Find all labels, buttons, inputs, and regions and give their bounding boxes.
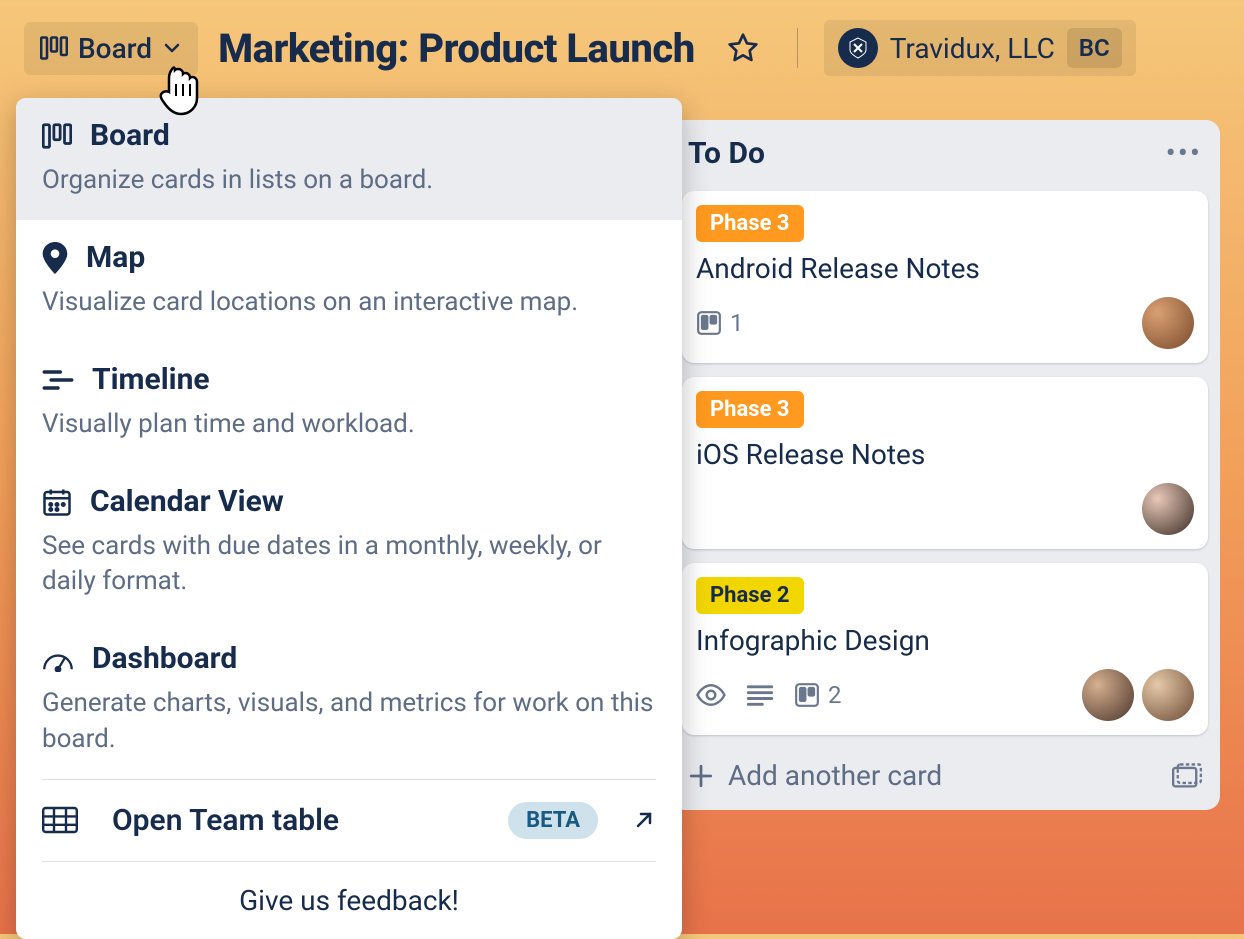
add-card-button[interactable]: Add another card	[688, 759, 942, 792]
description-icon	[746, 684, 774, 706]
view-option-timeline[interactable]: Timeline Visually plan time and workload…	[16, 342, 682, 464]
plus-icon	[688, 763, 714, 789]
timeline-icon	[42, 367, 74, 393]
calendar-icon	[42, 487, 72, 517]
external-link-icon	[632, 808, 656, 832]
card-members	[1142, 483, 1194, 535]
view-switcher-label: Board	[78, 32, 152, 65]
star-button[interactable]	[715, 20, 771, 76]
card-label[interactable]: Phase 2	[696, 577, 804, 614]
list-title[interactable]: To Do	[688, 136, 765, 171]
view-option-calendar[interactable]: Calendar View See cards with due dates i…	[16, 464, 682, 621]
star-icon	[727, 32, 759, 64]
avatar[interactable]	[1142, 483, 1194, 535]
board-header: Board Marketing: Product Launch Travidux…	[0, 0, 1244, 94]
view-switcher-dropdown: Board Organize cards in lists on a board…	[16, 98, 682, 939]
open-team-table-button[interactable]: Open Team table BETA	[16, 780, 682, 861]
trello-count: 2	[828, 681, 842, 709]
card-label[interactable]: Phase 3	[696, 391, 804, 428]
beta-badge: BETA	[508, 802, 598, 839]
workspace-logo	[838, 28, 878, 68]
card-title: Infographic Design	[696, 624, 1194, 657]
card-badges: 1	[696, 309, 744, 337]
list-todo: To Do ••• Phase 3 Android Release Notes …	[670, 120, 1220, 810]
card-members	[1082, 669, 1194, 721]
description-badge	[746, 684, 774, 706]
header-divider	[797, 28, 798, 68]
board-title[interactable]: Marketing: Product Launch	[218, 25, 695, 72]
add-card-label: Add another card	[728, 759, 942, 792]
workspace-button[interactable]: Travidux, LLC BC	[824, 20, 1136, 76]
view-option-title: Dashboard	[92, 641, 237, 676]
card-footer: 2	[696, 669, 1194, 721]
trello-attachment-badge: 2	[794, 681, 842, 709]
view-switcher-button[interactable]: Board	[24, 22, 198, 75]
board-icon	[40, 36, 68, 60]
list-header: To Do •••	[682, 132, 1208, 177]
view-option-desc: Generate charts, visuals, and metrics fo…	[42, 686, 656, 756]
view-option-dashboard[interactable]: Dashboard Generate charts, visuals, and …	[16, 621, 682, 778]
workspace-name: Travidux, LLC	[890, 32, 1055, 65]
card-title: Android Release Notes	[696, 252, 1194, 285]
team-table-label: Open Team table	[112, 803, 474, 838]
view-option-map[interactable]: Map Visualize card locations on an inter…	[16, 220, 682, 342]
trello-count: 1	[730, 309, 744, 337]
chevron-down-icon	[162, 38, 182, 58]
card-badges: 2	[696, 681, 842, 709]
list-menu-button[interactable]: •••	[1166, 136, 1202, 171]
watch-badge	[696, 684, 726, 706]
card-title: iOS Release Notes	[696, 438, 1194, 471]
table-icon	[42, 806, 78, 834]
avatar[interactable]	[1082, 669, 1134, 721]
trello-icon	[794, 682, 820, 708]
view-option-title: Map	[86, 240, 145, 275]
view-option-title: Board	[90, 118, 170, 153]
card-label[interactable]: Phase 3	[696, 205, 804, 242]
view-option-title: Timeline	[92, 362, 210, 397]
trello-icon	[696, 310, 722, 336]
template-icon[interactable]	[1172, 763, 1202, 789]
avatar[interactable]	[1142, 297, 1194, 349]
feedback-link[interactable]: Give us feedback!	[16, 862, 682, 939]
avatar[interactable]	[1142, 669, 1194, 721]
trello-attachment-badge: 1	[696, 309, 744, 337]
dashboard-icon	[42, 646, 74, 672]
card[interactable]: Phase 3 Android Release Notes 1	[682, 191, 1208, 363]
eye-icon	[696, 684, 726, 706]
user-initials-badge: BC	[1067, 28, 1122, 68]
view-option-board[interactable]: Board Organize cards in lists on a board…	[16, 98, 682, 220]
board-icon	[42, 123, 72, 149]
view-option-desc: Visually plan time and workload.	[42, 407, 656, 442]
add-card-row: Add another card	[682, 749, 1208, 794]
view-option-desc: Organize cards in lists on a board.	[42, 163, 656, 198]
card-footer	[696, 483, 1194, 535]
view-option-title: Calendar View	[90, 484, 284, 519]
card[interactable]: Phase 3 iOS Release Notes	[682, 377, 1208, 549]
view-option-desc: Visualize card locations on an interacti…	[42, 285, 656, 320]
card[interactable]: Phase 2 Infographic Design 2	[682, 563, 1208, 735]
map-pin-icon	[42, 242, 68, 274]
card-members	[1142, 297, 1194, 349]
view-option-desc: See cards with due dates in a monthly, w…	[42, 529, 656, 599]
card-footer: 1	[696, 297, 1194, 349]
